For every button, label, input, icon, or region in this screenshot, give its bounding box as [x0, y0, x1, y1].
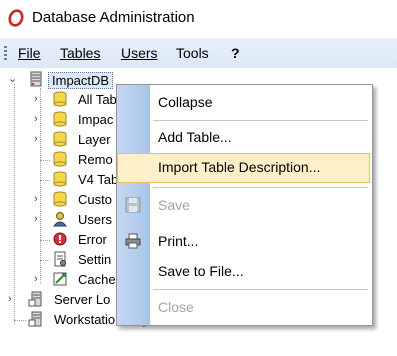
database-table-icon [53, 91, 67, 107]
tree-node-label: Impac [78, 112, 114, 127]
tree-node-label: Users [78, 212, 112, 227]
menu-tools[interactable]: Tools [176, 45, 209, 61]
server-log-icon [28, 291, 42, 307]
tree-node-cache[interactable]: › Cache [0, 270, 116, 290]
printer-icon [125, 233, 141, 249]
tree-node-error[interactable]: Error [0, 230, 115, 250]
menu-separator [153, 120, 368, 121]
menu-separator [153, 187, 368, 188]
tree-node-label: Custo [78, 192, 112, 207]
tree-node-settings[interactable]: Settin [0, 250, 115, 270]
menu-item-label: Print... [158, 233, 199, 249]
database-server-icon [30, 71, 42, 87]
menu-item-collapse[interactable]: Collapse [117, 88, 372, 116]
tree-guide-line [40, 260, 50, 261]
menu-help[interactable]: ? [231, 45, 240, 61]
database-table-icon [53, 151, 67, 167]
cache-icon [53, 272, 67, 286]
tree-guide-line [40, 240, 50, 241]
menu-file-label: File [18, 45, 41, 61]
menu-tools-label: Tools [176, 45, 209, 61]
database-table-icon [53, 131, 67, 147]
context-menu: Collapse Add Table... Import Table Descr… [116, 84, 373, 326]
menu-item-add-table[interactable]: Add Table... [117, 123, 372, 151]
menu-item-save[interactable]: Save [117, 191, 372, 219]
menu-help-label: ? [231, 45, 240, 61]
menu-item-label: Add Table... [158, 129, 232, 145]
expand-arrow-icon[interactable]: › [34, 134, 44, 145]
expand-arrow-icon[interactable]: › [34, 214, 44, 225]
tree-node-custom[interactable]: › Custo [0, 190, 115, 210]
database-table-icon [53, 191, 67, 207]
workstation-log-icon [28, 311, 42, 327]
menu-users[interactable]: Users [121, 45, 158, 61]
tree-node-label: Server Lo [54, 292, 111, 307]
settings-document-icon [54, 251, 66, 267]
menu-tables-label: Tables [60, 45, 101, 61]
tree-node-v4-tables[interactable]: V4 Tab [0, 170, 119, 190]
menu-item-import-table-description[interactable]: Import Table Description... [117, 153, 370, 183]
window-title: Database Administration [32, 9, 195, 26]
tree-node-remote[interactable]: Remo [0, 150, 115, 170]
tree-node-label: Layer [78, 132, 111, 147]
tree-node-label: ImpactDB [48, 72, 114, 89]
users-icon [52, 212, 68, 227]
menu-users-label: Users [121, 45, 158, 61]
tree-guide-line [40, 160, 50, 161]
toolbar-grip[interactable] [4, 46, 7, 60]
floppy-disk-icon [125, 197, 141, 213]
expand-arrow-icon[interactable]: › [34, 94, 44, 105]
menu-item-print[interactable]: Print... [117, 227, 372, 255]
tree-node-label: All Tab [78, 92, 117, 107]
title-bar: Database Administration [0, 0, 397, 36]
tree-node-users[interactable]: › Users [0, 210, 115, 230]
tree-node-label: Error [78, 232, 107, 247]
tree-node-label: V4 Tab [78, 172, 119, 187]
collapse-arrow-icon[interactable]: ⌄ [8, 74, 18, 85]
menu-item-label: Save [158, 197, 190, 213]
tree-node-impactdb[interactable]: ⌄ ImpactDB [0, 70, 120, 90]
database-table-icon [53, 111, 67, 127]
tree-guide-line [40, 180, 50, 181]
menu-tables[interactable]: Tables [60, 45, 100, 61]
tree-node-label: Settin [78, 252, 112, 267]
tree-node-impact[interactable]: › Impac [0, 110, 115, 130]
menu-file[interactable]: File [18, 45, 41, 61]
expand-arrow-icon[interactable]: › [8, 294, 18, 305]
tree-node-server-log[interactable]: › Server Lo [0, 290, 115, 310]
menu-bar: File Tables Users Tools ? [0, 38, 397, 68]
app-logo-icon [8, 9, 24, 27]
menu-item-label: Import Table Description... [158, 159, 321, 175]
menu-item-label: Collapse [158, 94, 213, 110]
tree-guide-line [14, 320, 26, 321]
menu-item-label: Close [158, 299, 194, 315]
menu-item-label: Save to File... [158, 263, 244, 279]
expand-arrow-icon[interactable]: › [34, 274, 44, 285]
tree-node-all-tables[interactable]: › All Tab [0, 90, 117, 110]
error-icon [53, 232, 67, 246]
menu-item-save-to-file[interactable]: Save to File... [117, 257, 372, 285]
menu-separator [153, 289, 368, 290]
expand-arrow-icon[interactable]: › [34, 114, 44, 125]
tree-node-label: Cache [78, 272, 116, 287]
tree-node-layer[interactable]: › Layer [0, 130, 115, 150]
expand-arrow-icon[interactable]: › [34, 194, 44, 205]
tree-node-label: Remo [78, 152, 113, 167]
menu-item-close[interactable]: Close [117, 293, 372, 321]
database-table-icon [53, 171, 67, 187]
